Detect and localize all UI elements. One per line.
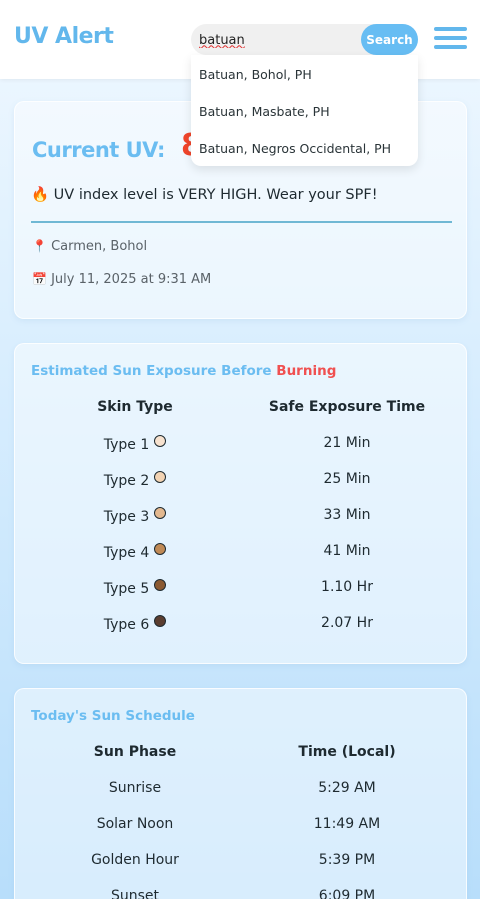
skin-tone-swatch-icon	[154, 615, 167, 627]
datetime-text: July 11, 2025 at 9:31 AM	[51, 272, 212, 287]
safe-time-cell: 25 Min	[323, 471, 371, 487]
exposure-title: Estimated Sun Exposure Before Burning	[31, 363, 336, 379]
exposure-title-accent: Burning	[276, 363, 337, 379]
location-row: 📍 Carmen, Bohol	[32, 239, 147, 254]
safe-time-cell: 41 Min	[323, 543, 371, 559]
safe-time-cell: 2.07 Hr	[321, 615, 373, 631]
sun-phase-cell: Golden Hour	[91, 852, 179, 868]
skin-type-label: Type 4	[103, 545, 150, 561]
skin-type-cell: Type 3	[70, 507, 200, 525]
schedule-title: Today's Sun Schedule	[31, 708, 195, 724]
col-skin-type: Skin Type	[97, 399, 173, 415]
sun-phase-cell: Solar Noon	[96, 816, 174, 832]
location-text: Carmen, Bohol	[51, 239, 148, 254]
hamburger-menu-icon[interactable]	[434, 27, 467, 51]
suggestion-item[interactable]: Batuan, Negros Occidental, PH	[199, 141, 391, 161]
search-suggestions: Batuan, Bohol, PH Batuan, Masbate, PH Ba…	[191, 55, 418, 166]
search-button[interactable]: Search	[361, 24, 418, 55]
sun-schedule-card: Today's Sun Schedule Sun Phase Time (Loc…	[14, 688, 467, 899]
skin-type-label: Type 5	[103, 581, 150, 597]
divider	[31, 221, 452, 223]
skin-type-label: Type 1	[103, 437, 150, 453]
skin-tone-swatch-icon	[154, 507, 167, 519]
suggestion-item[interactable]: Batuan, Masbate, PH	[199, 104, 330, 124]
skin-type-cell: Type 4	[70, 543, 200, 561]
skin-tone-swatch-icon	[154, 579, 167, 591]
sun-time-cell: 6:09 PM	[318, 888, 376, 899]
fire-icon: 🔥	[31, 187, 50, 203]
uv-message-text: UV index level is VERY HIGH. Wear your S…	[53, 187, 378, 203]
sun-time-cell: 5:29 AM	[318, 780, 376, 796]
calendar-icon: 📅	[32, 272, 47, 286]
suggestion-item[interactable]: Batuan, Bohol, PH	[199, 67, 312, 87]
sun-phase-cell: Sunrise	[108, 780, 162, 796]
skin-type-cell: Type 5	[70, 579, 200, 597]
pin-icon: 📍	[32, 239, 47, 253]
col-sun-phase: Sun Phase	[93, 744, 177, 760]
skin-tone-swatch-icon	[154, 543, 167, 555]
col-time-local: Time (Local)	[298, 744, 396, 760]
skin-type-label: Type 2	[103, 473, 150, 489]
search-input[interactable]	[199, 31, 359, 49]
sun-time-cell: 11:49 AM	[313, 816, 381, 832]
sun-time-cell: 5:39 PM	[318, 852, 376, 868]
sun-phase-cell: Sunset	[110, 888, 160, 899]
safe-time-cell: 1.10 Hr	[321, 579, 373, 595]
exposure-card: Estimated Sun Exposure Before Burning Sk…	[14, 343, 467, 664]
current-uv-title: Current UV:	[32, 138, 165, 162]
skin-type-cell: Type 1	[70, 435, 200, 453]
skin-tone-swatch-icon	[154, 435, 167, 447]
skin-type-label: Type 3	[103, 509, 150, 525]
skin-type-cell: Type 6	[70, 615, 200, 633]
datetime-row: 📅 July 11, 2025 at 9:31 AM	[32, 272, 211, 287]
exposure-title-text: Estimated Sun Exposure Before	[31, 363, 272, 379]
skin-tone-swatch-icon	[154, 471, 167, 483]
col-safe-time: Safe Exposure Time	[268, 399, 426, 415]
uv-message: 🔥 UV index level is VERY HIGH. Wear your…	[31, 186, 378, 203]
safe-time-cell: 33 Min	[323, 507, 371, 523]
skin-type-label: Type 6	[103, 617, 150, 633]
app-logo[interactable]: UV Alert	[14, 24, 114, 49]
safe-time-cell: 21 Min	[323, 435, 371, 451]
skin-type-cell: Type 2	[70, 471, 200, 489]
